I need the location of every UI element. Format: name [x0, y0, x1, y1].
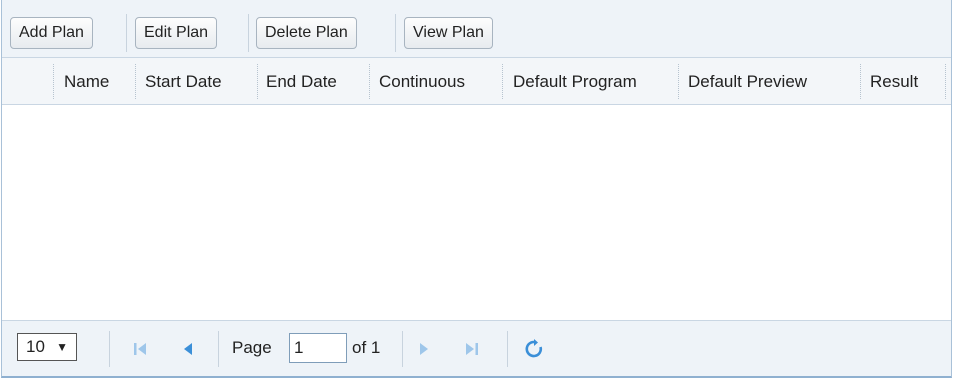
column-divider — [678, 64, 679, 99]
column-header-default-program[interactable]: Default Program — [513, 58, 637, 105]
column-header-continuous[interactable]: Continuous — [379, 58, 465, 105]
toolbar-separator — [248, 14, 249, 52]
column-divider — [369, 64, 370, 99]
column-header-start-date[interactable]: Start Date — [145, 58, 222, 105]
first-page-icon[interactable] — [131, 339, 151, 359]
toolbar-separator — [126, 14, 127, 52]
toolbar: Add Plan Edit Plan Delete Plan View Plan — [2, 0, 951, 58]
view-plan-button[interactable]: View Plan — [404, 17, 493, 49]
page-size-select[interactable]: 10 ▼ — [17, 333, 77, 361]
column-header-result[interactable]: Result — [870, 58, 918, 105]
pager: 10 ▼ Page 1 of 1 — [2, 320, 951, 376]
column-divider — [502, 64, 503, 99]
pager-separator — [507, 331, 508, 367]
dropdown-arrow-icon: ▼ — [56, 340, 68, 354]
column-divider — [257, 64, 258, 99]
prev-page-icon[interactable] — [178, 339, 198, 359]
page-label: Page — [232, 338, 272, 357]
pager-separator — [402, 331, 403, 367]
toolbar-separator — [395, 14, 396, 52]
column-divider — [135, 64, 136, 99]
column-divider — [53, 64, 54, 99]
next-page-icon[interactable] — [414, 339, 434, 359]
column-header-end-date[interactable]: End Date — [266, 58, 337, 105]
plan-grid: Add Plan Edit Plan Delete Plan View Plan… — [1, 0, 952, 378]
pager-separator — [109, 331, 110, 367]
grid-body — [2, 105, 951, 320]
page-count-label: of 1 — [352, 338, 381, 357]
edit-plan-button[interactable]: Edit Plan — [135, 17, 218, 49]
column-divider — [860, 64, 861, 99]
delete-plan-button[interactable]: Delete Plan — [256, 17, 357, 49]
column-divider — [945, 64, 946, 99]
page-number-input[interactable]: 1 — [289, 333, 347, 363]
page-size-value: 10 — [26, 337, 45, 356]
column-header-name[interactable]: Name — [64, 58, 109, 105]
last-page-icon[interactable] — [461, 339, 481, 359]
column-header-row: Name Start Date End Date Continuous Defa… — [2, 58, 951, 105]
pager-separator — [218, 331, 219, 367]
refresh-icon[interactable] — [524, 339, 544, 359]
column-header-default-preview[interactable]: Default Preview — [688, 58, 807, 105]
add-plan-button[interactable]: Add Plan — [10, 17, 93, 49]
